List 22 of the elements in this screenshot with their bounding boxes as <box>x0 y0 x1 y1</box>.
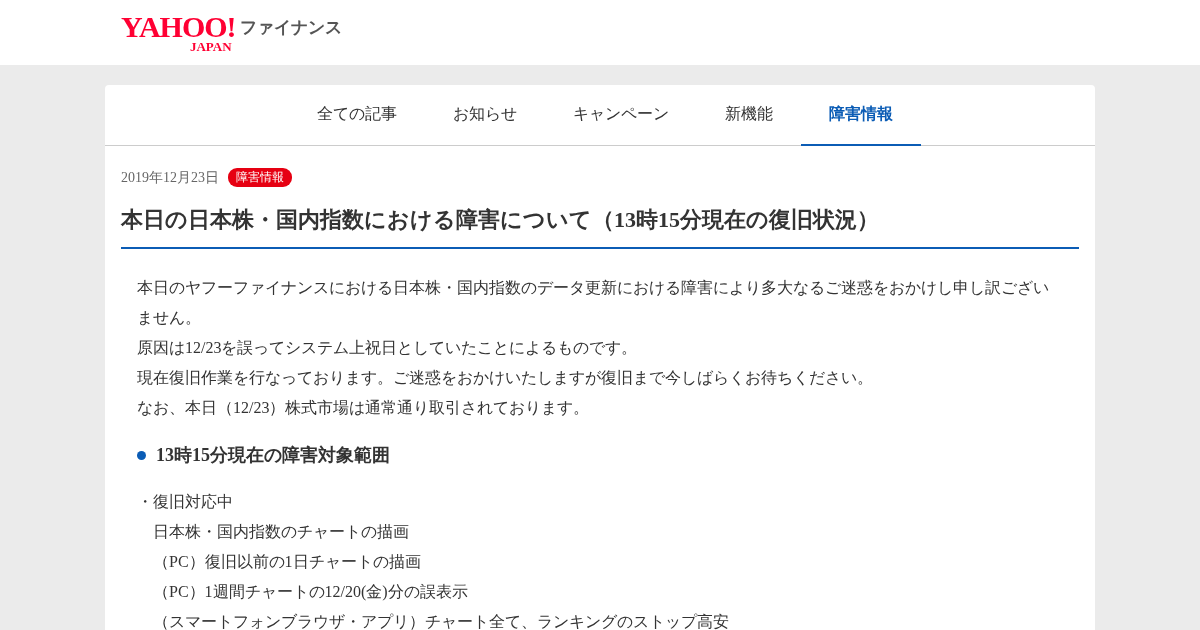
list-line: （スマートフォンブラウザ・アプリ）チャート全て、ランキングのストップ高安 <box>153 613 729 630</box>
article-date: 2019年12月23日 <box>121 168 219 187</box>
paragraph: なお、本日（12/23）株式市場は通常通り取引されております。 <box>137 398 591 418</box>
logo-region: JAPAN <box>189 40 232 53</box>
list-line: （PC）復旧以前の1日チャートの描画 <box>153 553 421 570</box>
list-line: ・復旧対応中 <box>137 493 233 510</box>
paragraph: 現在復旧作業を行なっております。ご迷惑をおかけいたしますが復旧まで今しばらくお待ちください。 <box>137 368 874 388</box>
category-tab[interactable]: お知らせ <box>425 85 545 146</box>
list-line: 日本株・国内指数のチャートの描画 <box>153 523 409 540</box>
category-tab[interactable]: 障害情報 <box>801 85 921 146</box>
list-line: （PC）1週間チャートの12/20(金)分の誤表示 <box>153 583 468 600</box>
bullet-dot-icon <box>137 450 146 460</box>
service-name: ファイナンス <box>239 15 342 39</box>
logo-wordmark: YAHOO! <box>121 12 236 41</box>
category-tab[interactable]: キャンペーン <box>545 85 697 146</box>
paragraph: 本日のヤフーファイナンスにおける日本株・国内指数のデータ更新における障害により多大なるご迷惑をおかけし申し訳ございません。 <box>137 278 1050 328</box>
category-tab[interactable]: 新機能 <box>697 85 801 146</box>
section-heading: 13時15分現在の障害対象範囲 <box>156 444 390 467</box>
paragraph: 原因は12/23を誤ってシステム上祝日としていたことによるものです。 <box>137 338 639 358</box>
article-title: 本日の日本株・国内指数における障害について（13時15分現在の復旧状況） <box>121 205 1079 249</box>
category-badge: 障害情報 <box>228 168 292 187</box>
category-tab[interactable]: 全ての記事 <box>289 85 425 146</box>
